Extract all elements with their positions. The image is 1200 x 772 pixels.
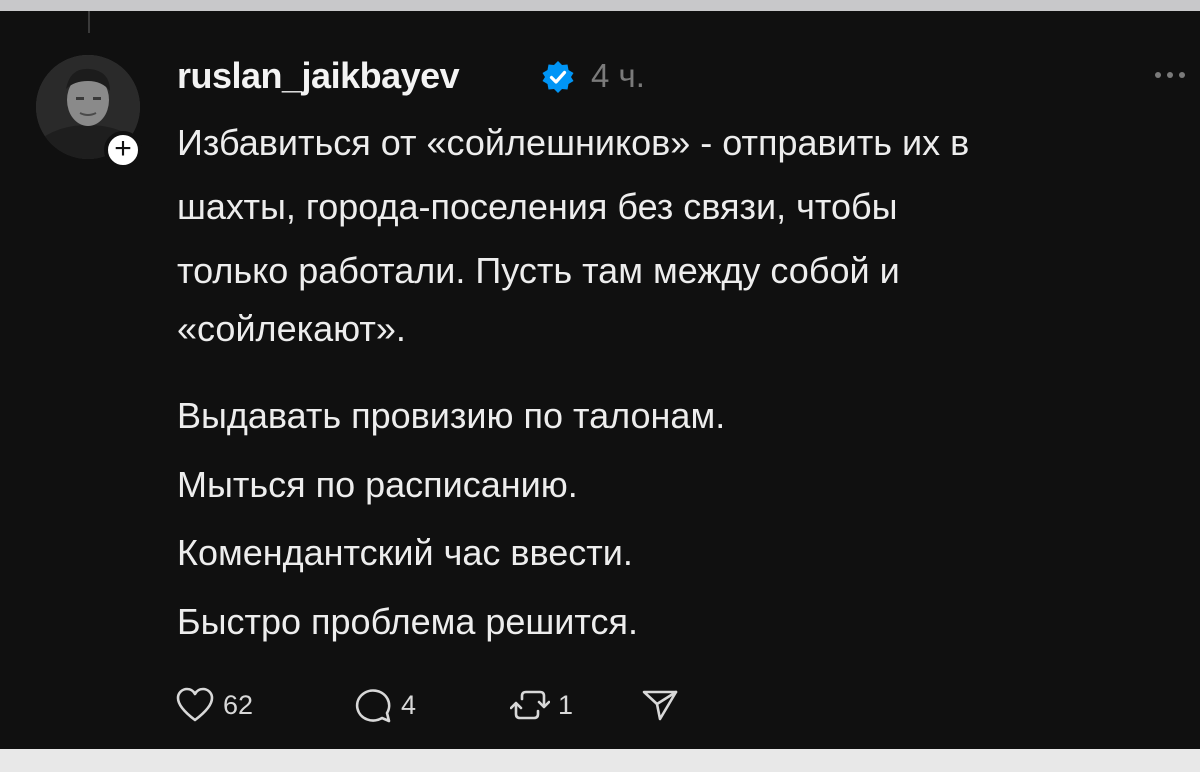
repost-count: 1 [558, 689, 574, 720]
post-text-line: «сойлекают». [177, 308, 406, 349]
post-text-line: только работали. Пусть там между собой и [177, 250, 900, 291]
top-bar [0, 0, 1200, 11]
username[interactable]: ruslan_jaikbayev [177, 55, 460, 97]
follow-plus-button[interactable]: + [104, 131, 142, 169]
share-button[interactable] [640, 686, 680, 724]
thread-line [88, 11, 90, 33]
post-text-line: Быстро проблема решится. [177, 601, 638, 642]
action-bar: 62 4 1 [175, 683, 680, 727]
repost-icon [510, 690, 550, 720]
post-text-line: шахты, города-поселения без связи, чтобы [177, 186, 898, 227]
heart-icon [176, 687, 214, 722]
send-icon [642, 690, 678, 721]
post-text-line: Выдавать провизию по талонам. [177, 395, 726, 436]
post-text-line: Избавиться от «сойлешников» - отправить … [177, 122, 970, 163]
more-options-icon[interactable] [1150, 60, 1190, 90]
bottom-bar [0, 749, 1200, 772]
reply-button[interactable]: 4 [353, 686, 510, 724]
verified-badge-icon [542, 61, 574, 93]
reply-count: 4 [401, 689, 417, 720]
repost-button[interactable]: 1 [510, 686, 640, 724]
like-count: 62 [223, 689, 254, 720]
post-time: 4 ч. [591, 57, 645, 94]
post-text-line: Мыться по расписанию. [177, 464, 578, 505]
post-text-line: Комендантский час ввести. [177, 532, 633, 573]
comment-icon [355, 689, 391, 723]
plus-icon: + [114, 132, 132, 165]
like-button[interactable]: 62 [175, 686, 353, 724]
